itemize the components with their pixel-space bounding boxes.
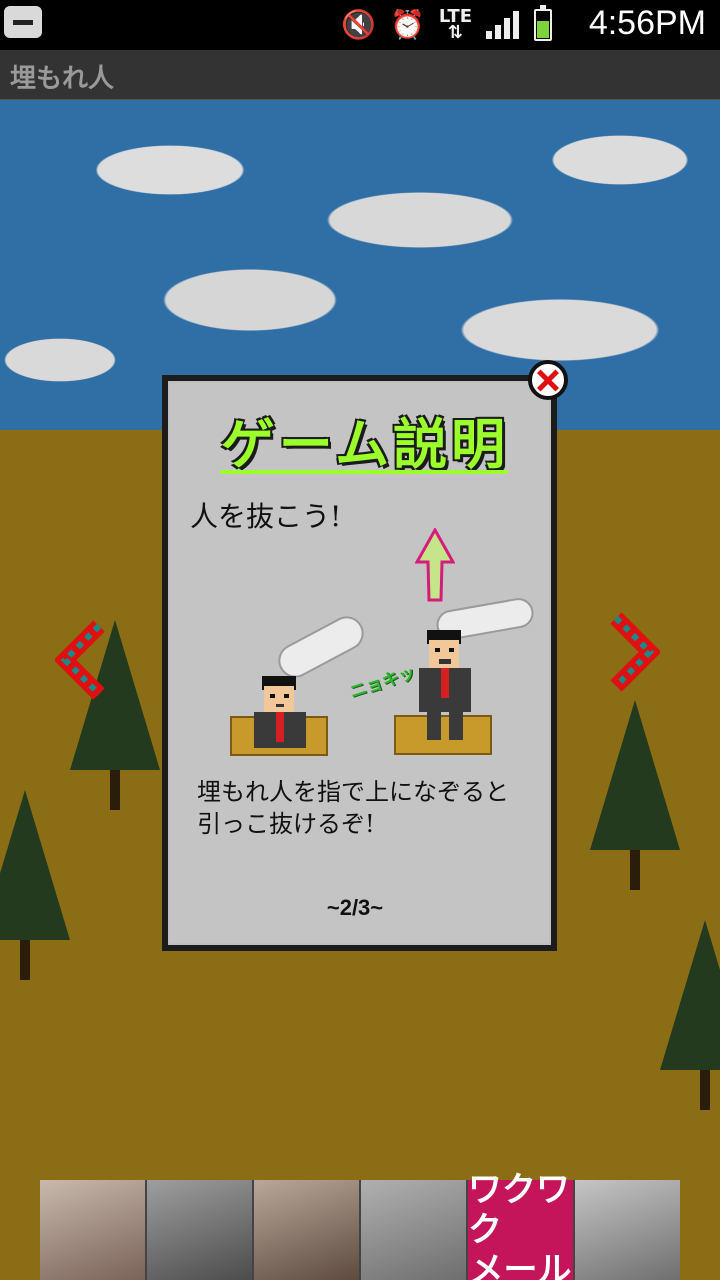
tree	[590, 700, 680, 890]
status-bar: 🔇 ⏰ LTE ⇅ 4:56PM	[0, 0, 720, 50]
back-icon[interactable]	[4, 6, 42, 38]
battery-icon	[534, 5, 552, 41]
swipe-up-arrow-icon	[415, 528, 455, 602]
ad-text-tile[interactable]: ワクワク メール	[468, 1170, 575, 1280]
tree	[660, 920, 720, 1110]
ad-photo[interactable]	[40, 1180, 147, 1280]
signal-icon	[486, 11, 520, 39]
app-title: 埋もれ人	[10, 64, 115, 94]
next-arrow-icon[interactable]	[604, 612, 662, 692]
app-title-bar: 埋もれ人	[0, 50, 720, 100]
ad-photo[interactable]	[575, 1180, 680, 1280]
status-time: 4:56PM	[588, 4, 706, 42]
dialog-title: ゲーム説明	[220, 413, 510, 476]
instruction-body-line2: 引っこ抜けるぞ!	[197, 810, 375, 838]
ad-label-line1: ワクワク	[468, 1170, 570, 1250]
ad-label-line2: メール	[469, 1250, 572, 1280]
ad-photo[interactable]	[254, 1180, 361, 1280]
mute-icon: 🔇	[341, 8, 377, 41]
buried-person-icon	[254, 676, 306, 748]
page-indicator: ~2/3~	[326, 895, 384, 920]
instruction-heading: 人を抜こう!	[190, 500, 342, 533]
tree	[0, 790, 70, 980]
close-icon[interactable]	[528, 360, 568, 400]
ad-photo[interactable]	[147, 1180, 254, 1280]
title-underline	[220, 470, 508, 474]
instruction-body-line1: 埋もれ人を指で上になぞると	[197, 778, 509, 806]
prev-arrow-icon[interactable]	[53, 620, 111, 700]
ad-banner[interactable]: ワクワク メール	[40, 1170, 680, 1280]
lte-icon: LTE ⇅	[438, 6, 472, 43]
ad-photo[interactable]	[361, 1180, 468, 1280]
pulled-person-icon	[419, 630, 471, 740]
alarm-icon: ⏰	[390, 8, 425, 41]
